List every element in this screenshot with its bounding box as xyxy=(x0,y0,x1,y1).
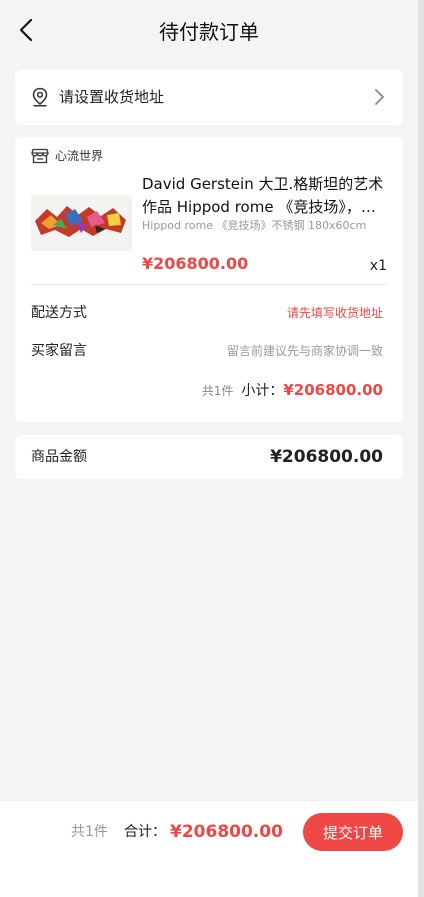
delivery-method-value[interactable]: 请先填写收货地址 xyxy=(287,303,383,323)
subtotal-row: 共1件 小计： ¥206800.00 xyxy=(202,380,383,400)
subtotal-label: 小计： xyxy=(241,383,284,399)
store-icon xyxy=(31,148,49,164)
product-spec: Hippod rome 《竞技场》不锈钢 180x60cm xyxy=(142,219,367,232)
product-quantity: x1 xyxy=(369,258,387,274)
shop-name: 心流世界 xyxy=(55,149,104,163)
chevron-right-icon xyxy=(373,88,385,106)
total-label: 合计： xyxy=(124,824,166,840)
subtotal-count: 共1件 xyxy=(201,384,234,398)
total-count: 共1件 xyxy=(71,824,108,840)
total-amount: ¥206800.00 xyxy=(170,822,283,842)
buyer-message-input[interactable]: 留言前建议先与商家协调一致 xyxy=(227,341,383,361)
submit-order-button[interactable]: 提交订单 xyxy=(303,813,403,851)
page-title: 待付款订单 xyxy=(159,20,259,44)
goods-amount-value: ¥206800.00 xyxy=(270,447,383,467)
goods-amount-card: 商品金额 ¥206800.00 xyxy=(15,435,403,479)
address-selector[interactable]: 请设置收货地址 xyxy=(15,70,403,125)
order-card: 心流世界 David Gerstein 大卫.格斯坦的艺术作品 Hippod r… xyxy=(15,137,403,422)
product-image[interactable] xyxy=(31,195,132,251)
top-nav-bar: 待付款订单 xyxy=(0,0,418,62)
checkout-bar: 共1件 合计： ¥206800.00 提交订单 xyxy=(0,800,418,897)
scrollbar-track xyxy=(418,0,424,897)
divider xyxy=(31,284,387,285)
product-title[interactable]: David Gerstein 大卫.格斯坦的艺术作品 Hippod rome 《… xyxy=(142,173,388,219)
buyer-message-label: 买家留言 xyxy=(31,343,87,359)
product-price: ¥206800.00 xyxy=(142,254,249,273)
address-prompt: 请设置收货地址 xyxy=(59,88,165,106)
goods-amount-label: 商品金额 xyxy=(31,449,87,465)
location-pin-icon xyxy=(31,87,49,107)
delivery-method-label: 配送方式 xyxy=(31,305,87,321)
subtotal-amount: ¥206800.00 xyxy=(283,381,383,399)
